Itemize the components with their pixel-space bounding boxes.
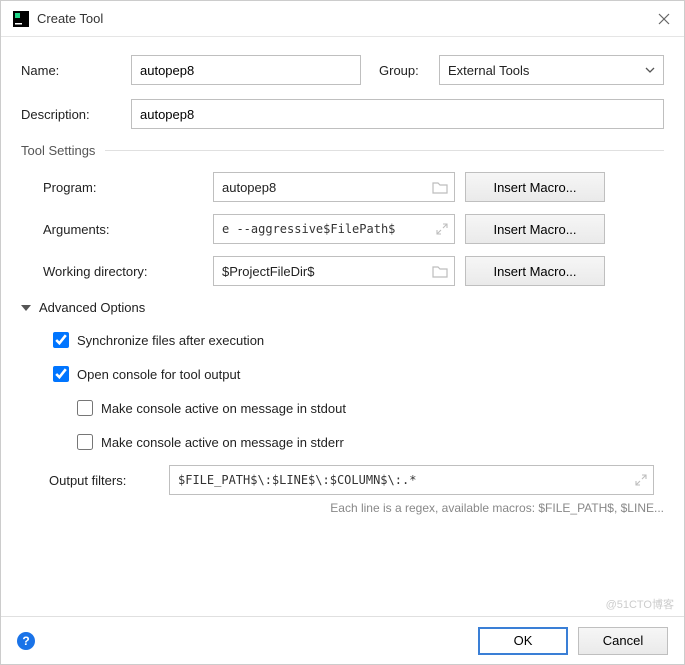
open-console-checkbox[interactable] xyxy=(53,366,69,382)
tool-settings-header: Tool Settings xyxy=(21,143,664,158)
output-filters-input[interactable]: $FILE_PATH$\:$LINE$\:$COLUMN$\:.* xyxy=(169,465,654,495)
watermark: @51CTO博客 xyxy=(606,596,674,612)
working-dir-insert-macro-button[interactable]: Insert Macro... xyxy=(465,256,605,286)
program-input[interactable]: autopep8 xyxy=(213,172,455,202)
group-label: Group: xyxy=(379,63,439,78)
folder-icon[interactable] xyxy=(432,264,448,278)
advanced-options-toggle[interactable]: Advanced Options xyxy=(21,300,664,315)
open-console-label: Open console for tool output xyxy=(77,367,240,382)
active-stderr-label: Make console active on message in stderr xyxy=(101,435,344,450)
group-selected-value: External Tools xyxy=(448,63,529,78)
name-label: Name: xyxy=(21,63,131,78)
description-label: Description: xyxy=(21,107,131,122)
folder-icon[interactable] xyxy=(432,180,448,194)
name-input[interactable] xyxy=(131,55,361,85)
output-filters-label: Output filters: xyxy=(49,473,169,488)
arguments-insert-macro-button[interactable]: Insert Macro... xyxy=(465,214,605,244)
dialog-footer: ? OK Cancel xyxy=(1,616,684,664)
cancel-button[interactable]: Cancel xyxy=(578,627,668,655)
active-stderr-checkbox[interactable] xyxy=(77,434,93,450)
working-dir-label: Working directory: xyxy=(43,264,213,279)
program-insert-macro-button[interactable]: Insert Macro... xyxy=(465,172,605,202)
working-dir-input[interactable]: $ProjectFileDir$ xyxy=(213,256,455,286)
arguments-input[interactable]: e --aggressive$FilePath$ xyxy=(213,214,455,244)
program-label: Program: xyxy=(43,180,213,195)
arguments-label: Arguments: xyxy=(43,222,213,237)
output-filters-hint: Each line is a regex, available macros: … xyxy=(49,501,664,515)
sync-files-label: Synchronize files after execution xyxy=(77,333,264,348)
close-icon[interactable] xyxy=(656,11,672,27)
group-combobox[interactable]: External Tools xyxy=(439,55,664,85)
active-stdout-label: Make console active on message in stdout xyxy=(101,401,346,416)
expand-icon[interactable] xyxy=(436,223,448,235)
ok-button[interactable]: OK xyxy=(478,627,568,655)
expand-icon[interactable] xyxy=(635,474,647,486)
pycharm-icon xyxy=(13,11,29,27)
window-title: Create Tool xyxy=(37,11,656,26)
sync-files-checkbox[interactable] xyxy=(53,332,69,348)
description-input[interactable] xyxy=(131,99,664,129)
triangle-down-icon xyxy=(21,305,31,311)
help-icon[interactable]: ? xyxy=(17,632,35,650)
dialog-content: Name: Group: External Tools Description:… xyxy=(1,37,684,515)
chevron-down-icon xyxy=(645,65,655,75)
active-stdout-checkbox[interactable] xyxy=(77,400,93,416)
title-bar: Create Tool xyxy=(1,1,684,37)
